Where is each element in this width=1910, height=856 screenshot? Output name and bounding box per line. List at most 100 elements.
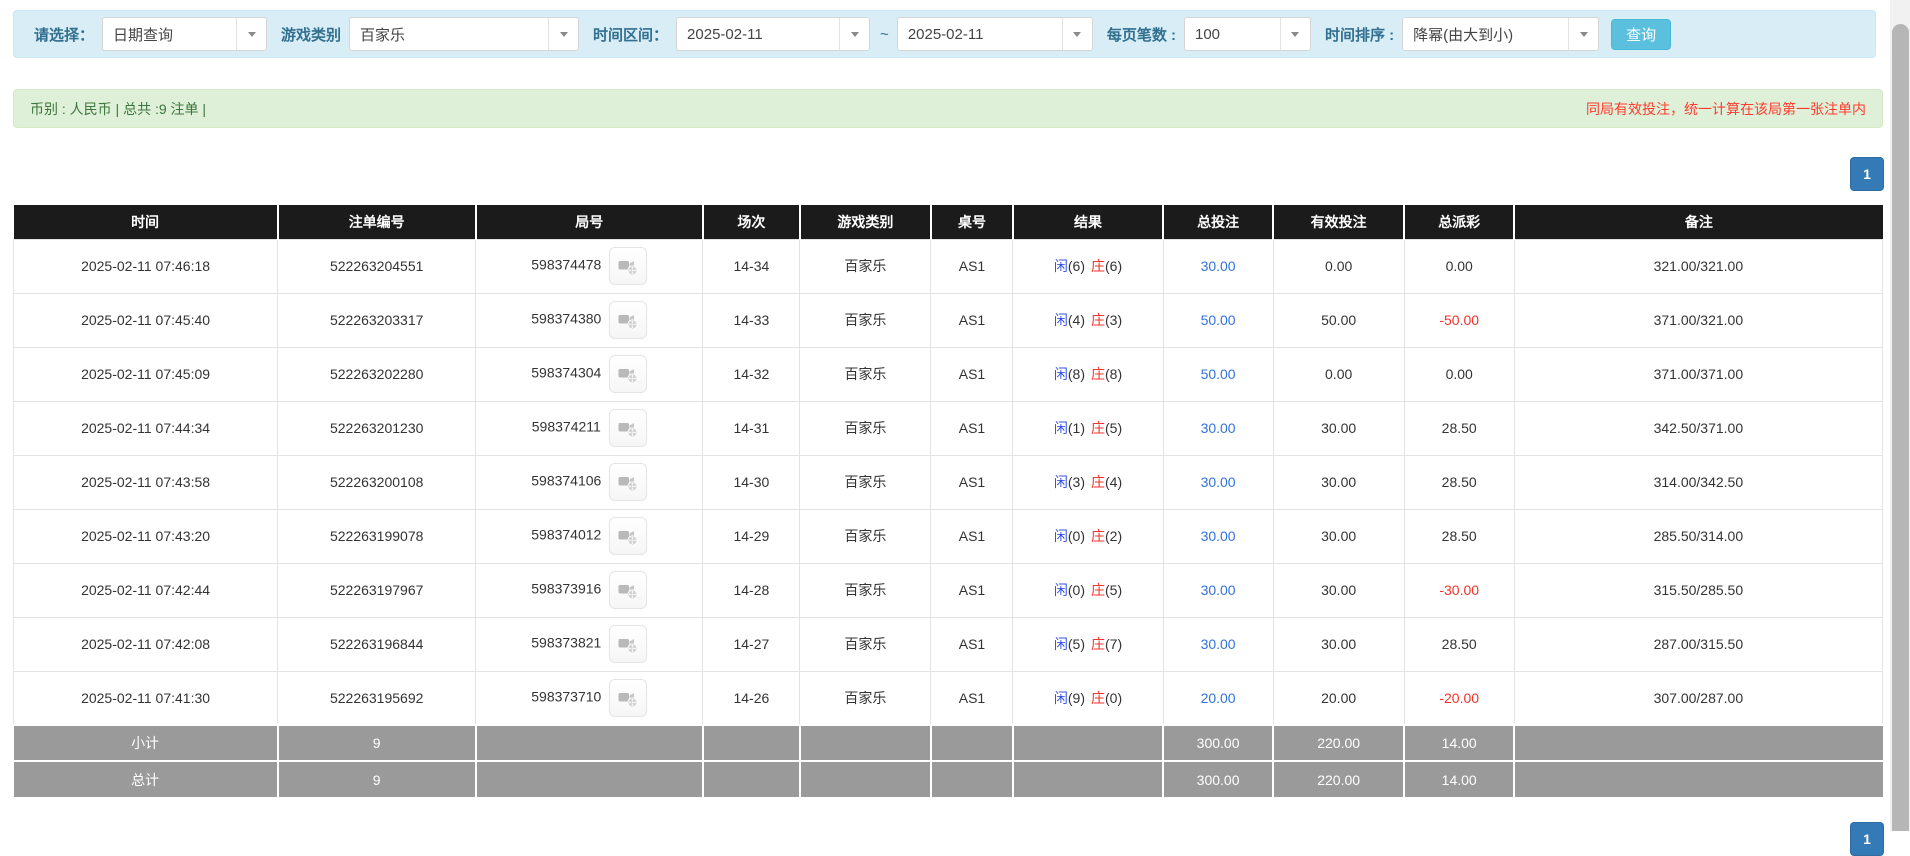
cell-empty: [798, 724, 931, 761]
cell-empty: [929, 724, 1013, 761]
banker-result-score: (6): [1105, 258, 1123, 274]
total-bet-link[interactable]: 30.00: [1201, 528, 1236, 544]
cell-valid-bet: 30.00: [1272, 400, 1405, 456]
video-replay-button[interactable]: [608, 409, 647, 447]
grand-total-payout: 14.00: [1403, 760, 1515, 797]
player-result-score: (3): [1067, 474, 1086, 490]
column-header: 总派彩: [1403, 205, 1515, 239]
player-result-label: 闲: [1053, 528, 1068, 544]
total-bet-link[interactable]: 20.00: [1201, 690, 1236, 706]
total-bet-link[interactable]: 30.00: [1201, 582, 1236, 598]
round-id-value: 598374304: [531, 364, 602, 381]
total-bet-link[interactable]: 50.00: [1201, 366, 1236, 382]
vertical-scrollbar-thumb[interactable]: [1892, 24, 1909, 831]
grand-total-row: 总计 9 300.00 220.00 14.00: [13, 760, 1883, 797]
player-result-score: (5): [1067, 636, 1086, 652]
search-button[interactable]: 查询: [1611, 18, 1672, 50]
banker-result-score: (5): [1105, 420, 1123, 436]
video-replay-button[interactable]: [609, 301, 648, 339]
video-replay-button[interactable]: [609, 678, 648, 717]
cell-valid-bet: 30.00: [1272, 616, 1405, 672]
player-result-score: (1): [1067, 420, 1086, 436]
date-from-value: 2025-02-11: [687, 25, 763, 43]
cell-payout: 28.50: [1403, 400, 1515, 456]
chevron-down-icon: [839, 18, 869, 50]
banker-result-score: (4): [1105, 474, 1123, 490]
cell-payout: 0.00: [1403, 346, 1515, 402]
cell-bet-id: 522263201230: [277, 400, 477, 456]
cell-note: 314.00/342.50: [1513, 454, 1884, 510]
cell-result: 闲(4) 庄(3): [1012, 292, 1164, 348]
cell-session: 14-28: [702, 562, 801, 618]
cell-game-type: 百家乐: [799, 400, 932, 456]
round-id-value: 598373916: [531, 580, 602, 597]
player-result-score: (8): [1067, 366, 1086, 382]
player-result-label: 闲: [1053, 312, 1068, 328]
cell-bet-id: 522263199078: [277, 508, 477, 564]
banker-result-label: 庄: [1091, 582, 1106, 598]
date-from-select[interactable]: 2025-02-11: [676, 17, 871, 51]
vertical-scrollbar-track[interactable]: [1890, 0, 1910, 831]
cell-total-bet: 30.00: [1162, 562, 1274, 618]
video-replay-button[interactable]: [609, 625, 648, 663]
date-to-select[interactable]: 2025-02-11: [896, 17, 1093, 51]
total-bet-link[interactable]: 30.00: [1201, 636, 1236, 652]
cell-table-no: AS1: [930, 238, 1014, 294]
cell-time: 2025-02-11 07:41:30: [12, 670, 279, 726]
sort-order-label: 时间排序 :: [1324, 26, 1395, 44]
cell-game-type: 百家乐: [799, 616, 932, 672]
total-bet-link[interactable]: 30.00: [1201, 474, 1236, 490]
cell-time: 2025-02-11 07:46:18: [12, 238, 279, 294]
cell-payout: 28.50: [1403, 508, 1515, 564]
video-replay-button[interactable]: [609, 247, 648, 285]
cell-table-no: AS1: [930, 562, 1014, 618]
game-type-select[interactable]: 百家乐: [349, 17, 580, 51]
video-replay-button[interactable]: [609, 355, 648, 393]
cell-bet-id: 522263204551: [277, 238, 477, 294]
cell-payout: 28.50: [1403, 616, 1515, 672]
query-type-label: 请选择：: [34, 26, 95, 44]
cell-time: 2025-02-11 07:43:58: [12, 454, 279, 510]
query-type-select[interactable]: 日期查询: [102, 17, 268, 51]
page-size-label: 每页笔数 :: [1106, 26, 1176, 44]
video-replay-button[interactable]: [609, 517, 648, 555]
column-header: 游戏类别: [798, 205, 931, 239]
table-row: 2025-02-11 07:43:58 522263200108 5983741…: [12, 454, 1884, 510]
banker-result-label: 庄: [1091, 636, 1106, 652]
player-result-label: 闲: [1053, 420, 1068, 436]
cell-round-id: 598374012: [475, 508, 704, 564]
total-bet-link[interactable]: 30.00: [1201, 420, 1236, 436]
table-row: 2025-02-11 07:46:18 522263204551 5983744…: [12, 238, 1884, 294]
cell-empty: [929, 760, 1013, 797]
chevron-down-icon: [1279, 18, 1310, 50]
table-row: 2025-02-11 07:45:09 522263202280 5983743…: [12, 346, 1884, 402]
cell-total-bet: 30.00: [1162, 400, 1274, 456]
cell-round-id: 598374211: [475, 400, 704, 456]
total-bet-link[interactable]: 30.00: [1201, 258, 1236, 274]
cell-total-bet: 50.00: [1162, 292, 1274, 348]
cell-game-type: 百家乐: [799, 346, 932, 402]
video-icon: [618, 692, 638, 708]
cell-result: 闲(5) 庄(7): [1012, 616, 1164, 672]
page-size-select[interactable]: 100: [1183, 17, 1311, 51]
sort-order-select[interactable]: 降幂(由大到小): [1402, 17, 1600, 51]
cell-time: 2025-02-11 07:44:34: [12, 400, 279, 456]
cell-session: 14-31: [702, 400, 801, 456]
subtotal-row: 小计 9 300.00 220.00 14.00: [13, 724, 1883, 761]
player-result-score: (9): [1067, 689, 1086, 706]
cell-session: 14-33: [702, 292, 801, 348]
cell-payout: 28.50: [1403, 454, 1515, 510]
time-range-label: 时间区间：: [593, 26, 669, 44]
pagination-page-1-bottom[interactable]: 1: [1850, 822, 1884, 856]
cell-payout: 0.00: [1403, 238, 1515, 294]
total-bet-link[interactable]: 50.00: [1201, 312, 1236, 328]
cell-valid-bet: 30.00: [1272, 508, 1405, 564]
pagination-page-1-top[interactable]: 1: [1850, 157, 1884, 191]
video-replay-button[interactable]: [609, 571, 648, 609]
cell-empty: [701, 724, 800, 761]
cell-payout: -30.00: [1403, 562, 1515, 618]
video-replay-button[interactable]: [609, 463, 648, 501]
cell-time: 2025-02-11 07:45:09: [12, 346, 279, 402]
chevron-down-icon: [1061, 18, 1092, 50]
bet-records-table: 时间 注单编号 局号 场次 游戏类别 桌号 结果 总投注 有效投注 总派彩 备注 2025-02-1…: [12, 205, 1884, 797]
